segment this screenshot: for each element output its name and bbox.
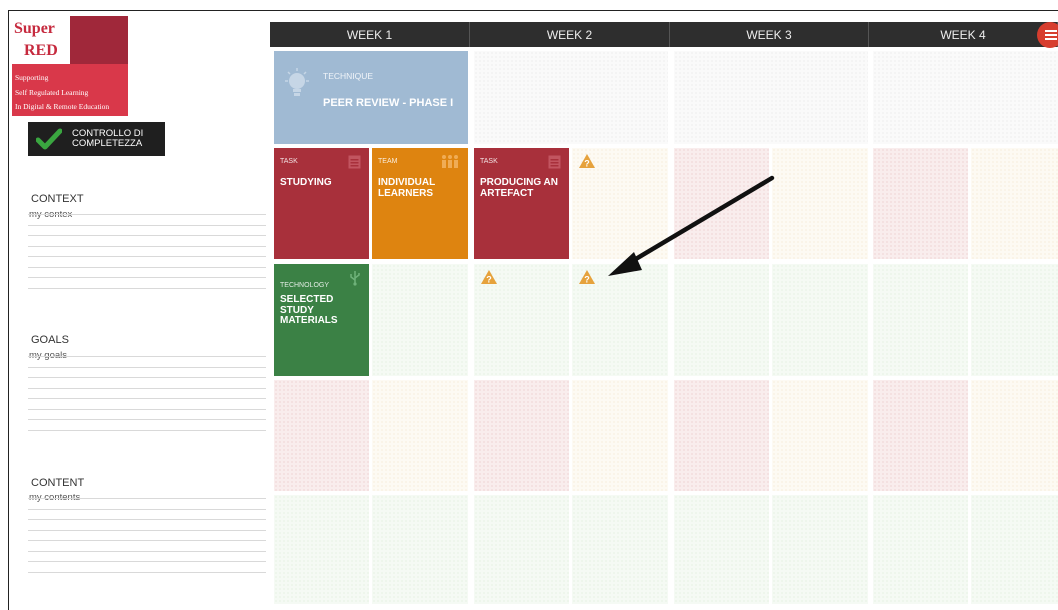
slot-w4-tech-b[interactable] <box>971 264 1058 376</box>
slot-r4-7[interactable] <box>873 380 968 491</box>
content-lines[interactable] <box>28 498 266 582</box>
slot-r5-7[interactable] <box>873 495 968 604</box>
task-card-producing-artefact[interactable]: TASK PRODUCING AN ARTEFACT <box>474 148 569 259</box>
calendar-icon <box>548 155 561 169</box>
slot-r5-6[interactable] <box>772 495 868 604</box>
team-card-individual-learners[interactable]: TEAM INDIVIDUAL LEARNERS <box>372 148 468 259</box>
slot-r4-3[interactable] <box>474 380 569 491</box>
goals-lines[interactable] <box>28 356 266 440</box>
calendar-icon <box>348 155 361 169</box>
warning-icon[interactable]: ? <box>480 269 498 285</box>
slot-w4-task[interactable] <box>873 148 968 259</box>
menu-button[interactable] <box>1037 22 1058 48</box>
slot-r5-2[interactable] <box>372 495 468 604</box>
logo-title-2: RED <box>24 42 58 59</box>
slot-r4-2[interactable] <box>372 380 468 491</box>
slot-r4-1[interactable] <box>274 380 369 491</box>
logo-title-1: Super <box>14 20 55 37</box>
card-type: TASK <box>480 158 498 165</box>
card-type: TECHNOLOGY <box>280 282 330 289</box>
slot-r4-5[interactable] <box>674 380 769 491</box>
slot-r4-8[interactable] <box>971 380 1058 491</box>
card-title: SELECTED STUDY MATERIALS <box>280 294 338 326</box>
content-title: CONTENT <box>31 477 85 489</box>
completeness-label-2: COMPLETEZZA <box>72 138 143 149</box>
week-4-header: WEEK 4 <box>869 22 1058 47</box>
slot-r5-5[interactable] <box>674 495 769 604</box>
goals-title: GOALS <box>31 334 69 346</box>
logo-subtitle-2: Self Regulated Learning <box>15 88 89 97</box>
checkmark-icon <box>36 128 62 150</box>
context-lines[interactable] <box>28 214 266 298</box>
slot-r5-1[interactable] <box>274 495 369 604</box>
card-type: TEAM <box>378 158 398 165</box>
svg-text:?: ? <box>584 159 590 169</box>
slot-r4-6[interactable] <box>772 380 868 491</box>
slot-w4-team[interactable] <box>971 148 1058 259</box>
logo-subtitle-3: In Digital & Remote Education <box>15 102 110 111</box>
technique-card-peer-review[interactable]: TECHNIQUE PEER REVIEW - PHASE I <box>274 51 468 144</box>
slot-r4-4[interactable] <box>572 380 668 491</box>
technology-card-study-materials[interactable]: TECHNOLOGY SELECTED STUDY MATERIALS <box>274 264 369 376</box>
card-type: TASK <box>280 158 298 165</box>
slot-r5-3[interactable] <box>474 495 569 604</box>
logo-subtitle-1: Supporting <box>15 73 49 82</box>
slot-w4-tech-a[interactable] <box>873 264 968 376</box>
card-title: STUDYING <box>280 177 332 188</box>
slot-w3-technique[interactable] <box>674 51 868 144</box>
group-icon <box>442 155 458 168</box>
completeness-check-button[interactable]: CONTROLLO DI COMPLETEZZA <box>28 122 165 156</box>
context-title: CONTEXT <box>31 193 84 205</box>
slot-w2-technique[interactable] <box>474 51 668 144</box>
superred-logo: Super RED Supporting Self Regulated Lear… <box>12 16 128 116</box>
slot-r5-4[interactable] <box>572 495 668 604</box>
card-title: INDIVIDUAL LEARNERS <box>378 177 436 199</box>
slot-w1-tech-b[interactable] <box>372 264 468 376</box>
card-title: PRODUCING AN ARTEFACT <box>480 177 558 199</box>
lightbulb-icon <box>285 68 309 96</box>
annotation-arrow <box>608 175 775 276</box>
card-type: TECHNIQUE <box>323 71 374 81</box>
week-2-header: WEEK 2 <box>470 22 670 47</box>
week-1-header: WEEK 1 <box>270 22 470 47</box>
task-card-studying[interactable]: TASK STUDYING <box>274 148 369 259</box>
card-title: PEER REVIEW - PHASE I <box>323 97 454 109</box>
usb-icon <box>350 271 360 286</box>
svg-text:?: ? <box>486 275 492 285</box>
slot-r5-8[interactable] <box>971 495 1058 604</box>
slot-w4-technique[interactable] <box>873 51 1058 144</box>
svg-text:?: ? <box>584 275 590 285</box>
warning-icon[interactable]: ? <box>578 153 596 169</box>
week-3-header: WEEK 3 <box>670 22 869 47</box>
